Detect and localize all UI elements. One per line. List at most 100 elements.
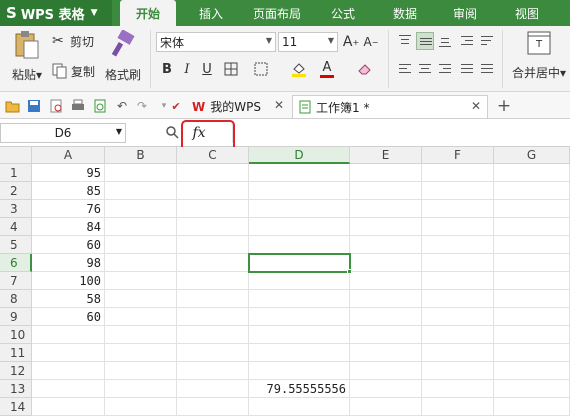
column-header-b[interactable]: B (105, 147, 177, 164)
doc-tab-my-wps[interactable]: W 我的WPS ✕ (186, 95, 290, 118)
cell-c7[interactable] (177, 272, 249, 290)
cell-b9[interactable] (105, 308, 177, 326)
indent-button[interactable] (458, 32, 476, 50)
clear-format-button[interactable] (356, 60, 374, 78)
format-painter-button[interactable]: 格式刷 (104, 30, 142, 88)
borders-button[interactable] (222, 60, 240, 78)
row-header-13[interactable]: 13 (0, 380, 32, 398)
cell-b5[interactable] (105, 236, 177, 254)
cell-e8[interactable] (350, 290, 422, 308)
cell-e7[interactable] (350, 272, 422, 290)
cell-e2[interactable] (350, 182, 422, 200)
cell-d5[interactable] (249, 236, 350, 254)
cell-f8[interactable] (422, 290, 494, 308)
cell-a8[interactable]: 58 (32, 290, 105, 308)
cell-f14[interactable] (422, 398, 494, 416)
cell-e6[interactable] (350, 254, 422, 272)
merge-center-button[interactable]: T 合并居中▾ (510, 30, 568, 88)
cell-e11[interactable] (350, 344, 422, 362)
tab-review[interactable]: 审阅 (440, 0, 490, 26)
cell-e3[interactable] (350, 200, 422, 218)
cell-g5[interactable] (494, 236, 570, 254)
cell-g11[interactable] (494, 344, 570, 362)
cell-c11[interactable] (177, 344, 249, 362)
cell-e14[interactable] (350, 398, 422, 416)
cell-a13[interactable] (32, 380, 105, 398)
app-menu-button[interactable]: S WPS 表格 ▼ (0, 0, 112, 26)
cell-d14[interactable] (249, 398, 350, 416)
cell-g13[interactable] (494, 380, 570, 398)
cell-d6[interactable] (249, 254, 350, 272)
cell-g4[interactable] (494, 218, 570, 236)
cell-d7[interactable] (249, 272, 350, 290)
cell-c3[interactable] (177, 200, 249, 218)
cell-f9[interactable] (422, 308, 494, 326)
cell-d4[interactable] (249, 218, 350, 236)
cell-e12[interactable] (350, 362, 422, 380)
tab-home[interactable]: 开始 (120, 0, 176, 26)
doc-tab-workbook[interactable]: 工作簿1 * ✕ (292, 95, 488, 118)
align-top-button[interactable] (396, 32, 414, 50)
cell-b2[interactable] (105, 182, 177, 200)
cell-c9[interactable] (177, 308, 249, 326)
cell-f4[interactable] (422, 218, 494, 236)
cell-d3[interactable] (249, 200, 350, 218)
cell-f7[interactable] (422, 272, 494, 290)
cell-c1[interactable] (177, 164, 249, 182)
cell-a12[interactable] (32, 362, 105, 380)
cell-c10[interactable] (177, 326, 249, 344)
fill-color-button[interactable] (290, 60, 308, 78)
spreadsheet-grid[interactable]: A B C D E F G 1 95 2 85 3 76 4 84 5 60 6 98 7 100 8 58 9 60 10 11 1… (0, 147, 570, 420)
cell-a1[interactable]: 95 (32, 164, 105, 182)
cell-f12[interactable] (422, 362, 494, 380)
cell-d12[interactable] (249, 362, 350, 380)
cell-b6[interactable] (105, 254, 177, 272)
export-pdf-icon[interactable] (92, 98, 108, 114)
cell-c2[interactable] (177, 182, 249, 200)
row-header-3[interactable]: 3 (0, 200, 32, 218)
cell-g3[interactable] (494, 200, 570, 218)
row-header-12[interactable]: 12 (0, 362, 32, 380)
tab-data[interactable]: 数据 (380, 0, 430, 26)
cell-d11[interactable] (249, 344, 350, 362)
grow-font-button[interactable]: A + (342, 33, 360, 51)
tab-insert[interactable]: 插入 (184, 0, 238, 26)
cell-g8[interactable] (494, 290, 570, 308)
cell-e13[interactable] (350, 380, 422, 398)
cell-d2[interactable] (249, 182, 350, 200)
align-center-button[interactable] (416, 60, 434, 78)
cell-c14[interactable] (177, 398, 249, 416)
cell-b3[interactable] (105, 200, 177, 218)
cell-d8[interactable] (249, 290, 350, 308)
tab-formula[interactable]: 公式 (318, 0, 368, 26)
cell-a5[interactable]: 60 (32, 236, 105, 254)
print-icon[interactable] (70, 98, 86, 114)
cell-c8[interactable] (177, 290, 249, 308)
shrink-font-button[interactable]: A − (362, 33, 380, 51)
column-header-e[interactable]: E (350, 147, 422, 164)
cell-e4[interactable] (350, 218, 422, 236)
distribute-button[interactable] (478, 60, 496, 78)
cell-f3[interactable] (422, 200, 494, 218)
column-header-g[interactable]: G (494, 147, 570, 164)
column-header-f[interactable]: F (422, 147, 494, 164)
column-header-a[interactable]: A (32, 147, 105, 164)
justify-button[interactable] (458, 60, 476, 78)
cell-g2[interactable] (494, 182, 570, 200)
cell-f6[interactable] (422, 254, 494, 272)
cell-b14[interactable] (105, 398, 177, 416)
cell-e10[interactable] (350, 326, 422, 344)
cell-c6[interactable] (177, 254, 249, 272)
cell-b1[interactable] (105, 164, 177, 182)
align-middle-button[interactable] (416, 32, 434, 50)
cell-b12[interactable] (105, 362, 177, 380)
cell-g10[interactable] (494, 326, 570, 344)
bold-button[interactable]: B (158, 60, 176, 78)
row-header-9[interactable]: 9 (0, 308, 32, 326)
cell-b4[interactable] (105, 218, 177, 236)
cell-f5[interactable] (422, 236, 494, 254)
tab-view[interactable]: 视图 (502, 0, 552, 26)
cell-a2[interactable]: 85 (32, 182, 105, 200)
underline-button[interactable]: U (198, 60, 216, 78)
row-header-10[interactable]: 10 (0, 326, 32, 344)
